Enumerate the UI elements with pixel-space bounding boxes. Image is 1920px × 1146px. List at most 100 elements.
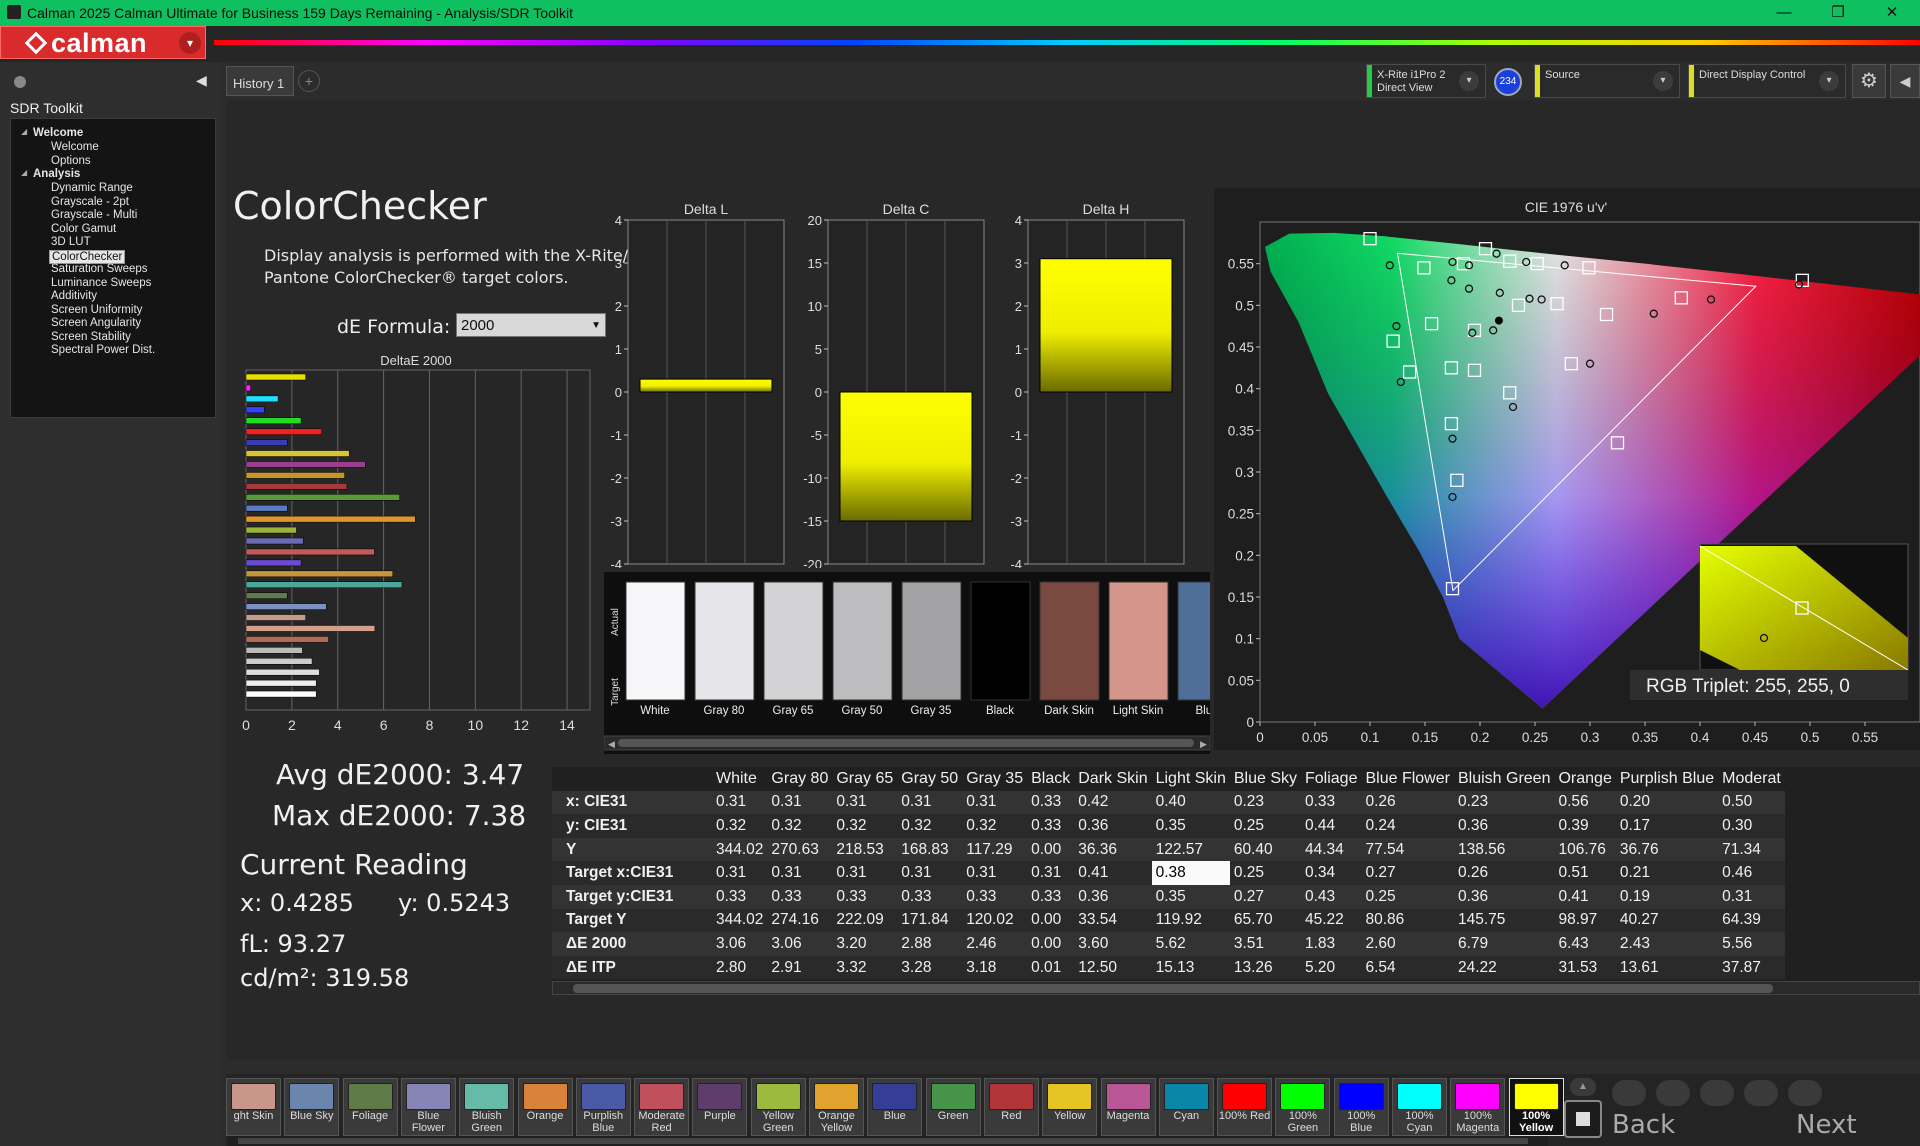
table-cell[interactable]: 36.36 (1074, 837, 1152, 862)
pin-icon[interactable] (14, 76, 26, 88)
table-cell[interactable]: 5.20 (1301, 955, 1362, 980)
patch-100-cyan[interactable]: 100% Cyan (1392, 1078, 1447, 1136)
scrollbar-thumb[interactable] (573, 984, 1773, 993)
chevron-down-icon[interactable]: ▾ (1653, 71, 1673, 91)
table-cell[interactable]: 344.02 (712, 908, 768, 933)
sidebar-item-grayscale-2pt[interactable]: Grayscale - 2pt (49, 196, 131, 208)
table-cell[interactable]: 0.24 (1361, 814, 1454, 838)
table-cell[interactable]: 0.26 (1453, 861, 1555, 885)
table-cell[interactable]: 120.02 (962, 908, 1028, 933)
table-cell[interactable]: 98.97 (1554, 908, 1616, 933)
sidebar-item-colorchecker[interactable]: ColorChecker (49, 249, 126, 264)
maximize-button[interactable]: ❐ (1818, 2, 1858, 24)
table-cell[interactable]: 6.79 (1453, 932, 1555, 956)
table-cell[interactable]: 5.56 (1718, 932, 1785, 956)
table-cell[interactable]: 0.23 (1229, 790, 1301, 815)
table-cell[interactable]: 0.27 (1361, 861, 1454, 885)
table-cell[interactable]: 0.32 (897, 814, 963, 838)
patch-blue-flower[interactable]: Blue Flower (400, 1078, 456, 1136)
table-cell[interactable]: 33.54 (1074, 908, 1152, 933)
patch-100-magenta[interactable]: 100% Magenta (1450, 1078, 1506, 1136)
control-button[interactable] (1788, 1080, 1822, 1106)
sidebar-item-3d-lut[interactable]: 3D LUT (49, 236, 93, 248)
control-button[interactable] (1744, 1080, 1778, 1106)
patch-green[interactable]: Green (925, 1078, 981, 1136)
table-cell[interactable]: 0.31 (962, 861, 1028, 885)
patch-orange[interactable]: Orange (517, 1078, 573, 1136)
table-cell[interactable]: 0.41 (1074, 861, 1152, 885)
table-cell[interactable]: 0.38 (1151, 861, 1230, 885)
table-cell[interactable]: 3.51 (1229, 932, 1301, 956)
table-cell[interactable]: 0.33 (962, 884, 1028, 909)
patch-100-yellow[interactable]: 100% Yellow (1508, 1078, 1564, 1136)
table-cell[interactable]: 12.50 (1074, 955, 1152, 980)
tree-group-analysis[interactable]: ◢ Analysis (21, 168, 80, 180)
patch-yellow-green[interactable]: Yellow Green (750, 1078, 806, 1136)
source-selector[interactable]: Source ▾ (1534, 64, 1680, 98)
table-cell[interactable]: 2.91 (767, 955, 833, 980)
patch-ght-skin[interactable]: ght Skin (226, 1078, 281, 1136)
table-cell[interactable]: 0.21 (1615, 861, 1719, 885)
table-cell[interactable]: 0.35 (1151, 884, 1230, 909)
patch-blue[interactable]: Blue (867, 1078, 923, 1136)
table-cell[interactable]: 0.32 (767, 814, 833, 838)
table-cell[interactable]: 0.32 (832, 814, 898, 838)
table-cell[interactable]: 13.61 (1615, 955, 1719, 980)
patch-purple[interactable]: Purple (692, 1078, 748, 1136)
table-cell[interactable]: 0.41 (1554, 884, 1616, 909)
table-cell[interactable]: 2.88 (897, 932, 963, 956)
chevron-down-icon[interactable]: ▾ (1819, 71, 1839, 91)
sidebar-item-color-gamut[interactable]: Color Gamut (49, 223, 118, 235)
table-cell[interactable]: 0.36 (1453, 884, 1555, 909)
table-cell[interactable]: 40.27 (1615, 908, 1719, 933)
patch-foliage[interactable]: Foliage (342, 1078, 398, 1136)
table-cell[interactable]: 138.56 (1453, 837, 1555, 862)
tree-group-welcome[interactable]: ◢ Welcome (21, 127, 83, 139)
table-cell[interactable]: 344.02 (712, 837, 768, 862)
table-cell[interactable]: 64.39 (1718, 908, 1785, 933)
table-cell[interactable]: 1.83 (1301, 932, 1362, 956)
table-cell[interactable]: 15.13 (1151, 955, 1230, 980)
tab-history-1[interactable]: History 1 (226, 66, 294, 96)
table-cell[interactable]: 3.06 (712, 932, 768, 956)
patch-100-red[interactable]: 100% Red (1217, 1078, 1273, 1136)
table-cell[interactable]: 31.53 (1554, 955, 1616, 980)
calman-logo[interactable]: calman ▾ (0, 26, 206, 59)
patch-moderate-red[interactable]: Moderate Red (634, 1078, 690, 1136)
sidebar-item-welcome[interactable]: Welcome (49, 141, 101, 153)
table-cell[interactable]: 44.34 (1301, 837, 1362, 862)
meter-badge[interactable]: 234 (1494, 68, 1522, 96)
table-cell[interactable]: 0.33 (712, 884, 768, 909)
table-cell[interactable]: 2.46 (962, 932, 1028, 956)
control-button[interactable] (1700, 1080, 1734, 1106)
scrollbar-thumb[interactable] (238, 1138, 1528, 1144)
patch-100-blue[interactable]: 100% Blue (1333, 1078, 1389, 1136)
table-cell[interactable]: 117.29 (962, 837, 1028, 862)
patch-red[interactable]: Red (983, 1078, 1039, 1136)
table-cell[interactable]: 0.31 (712, 790, 768, 815)
table-cell[interactable]: 3.32 (832, 955, 898, 980)
sidebar-item-luminance-sweeps[interactable]: Luminance Sweeps (49, 277, 153, 289)
table-cell[interactable]: 36.76 (1615, 837, 1719, 862)
collapse-sidebar-icon[interactable]: ◀ (196, 72, 207, 89)
table-cell[interactable]: 0.19 (1615, 884, 1719, 909)
sidebar-item-spectral-power-dist-[interactable]: Spectral Power Dist. (49, 344, 157, 356)
table-horizontal-scrollbar[interactable] (552, 981, 1920, 995)
patch-purplish-blue[interactable]: Purplish Blue (575, 1078, 631, 1136)
table-cell[interactable]: 0.00 (1027, 908, 1075, 933)
table-cell[interactable]: 0.46 (1718, 861, 1785, 885)
display-selector[interactable]: Direct Display Control ▾ (1688, 64, 1846, 98)
table-cell[interactable]: 0.30 (1718, 814, 1785, 838)
table-cell[interactable]: 45.22 (1301, 908, 1362, 933)
patch-blue-sky[interactable]: Blue Sky (284, 1078, 340, 1136)
collapse-panel-icon[interactable]: ◀ (1890, 64, 1920, 98)
table-cell[interactable]: 77.54 (1361, 837, 1454, 862)
table-cell[interactable]: 119.92 (1151, 908, 1230, 933)
table-cell[interactable]: 0.25 (1229, 814, 1301, 838)
table-cell[interactable]: 0.25 (1361, 884, 1454, 909)
table-cell[interactable]: 0.42 (1074, 790, 1152, 815)
sidebar-item-screen-uniformity[interactable]: Screen Uniformity (49, 304, 144, 316)
table-cell[interactable]: 3.60 (1074, 932, 1152, 956)
table-cell[interactable]: 3.18 (962, 955, 1028, 980)
table-cell[interactable]: 2.80 (712, 955, 768, 980)
